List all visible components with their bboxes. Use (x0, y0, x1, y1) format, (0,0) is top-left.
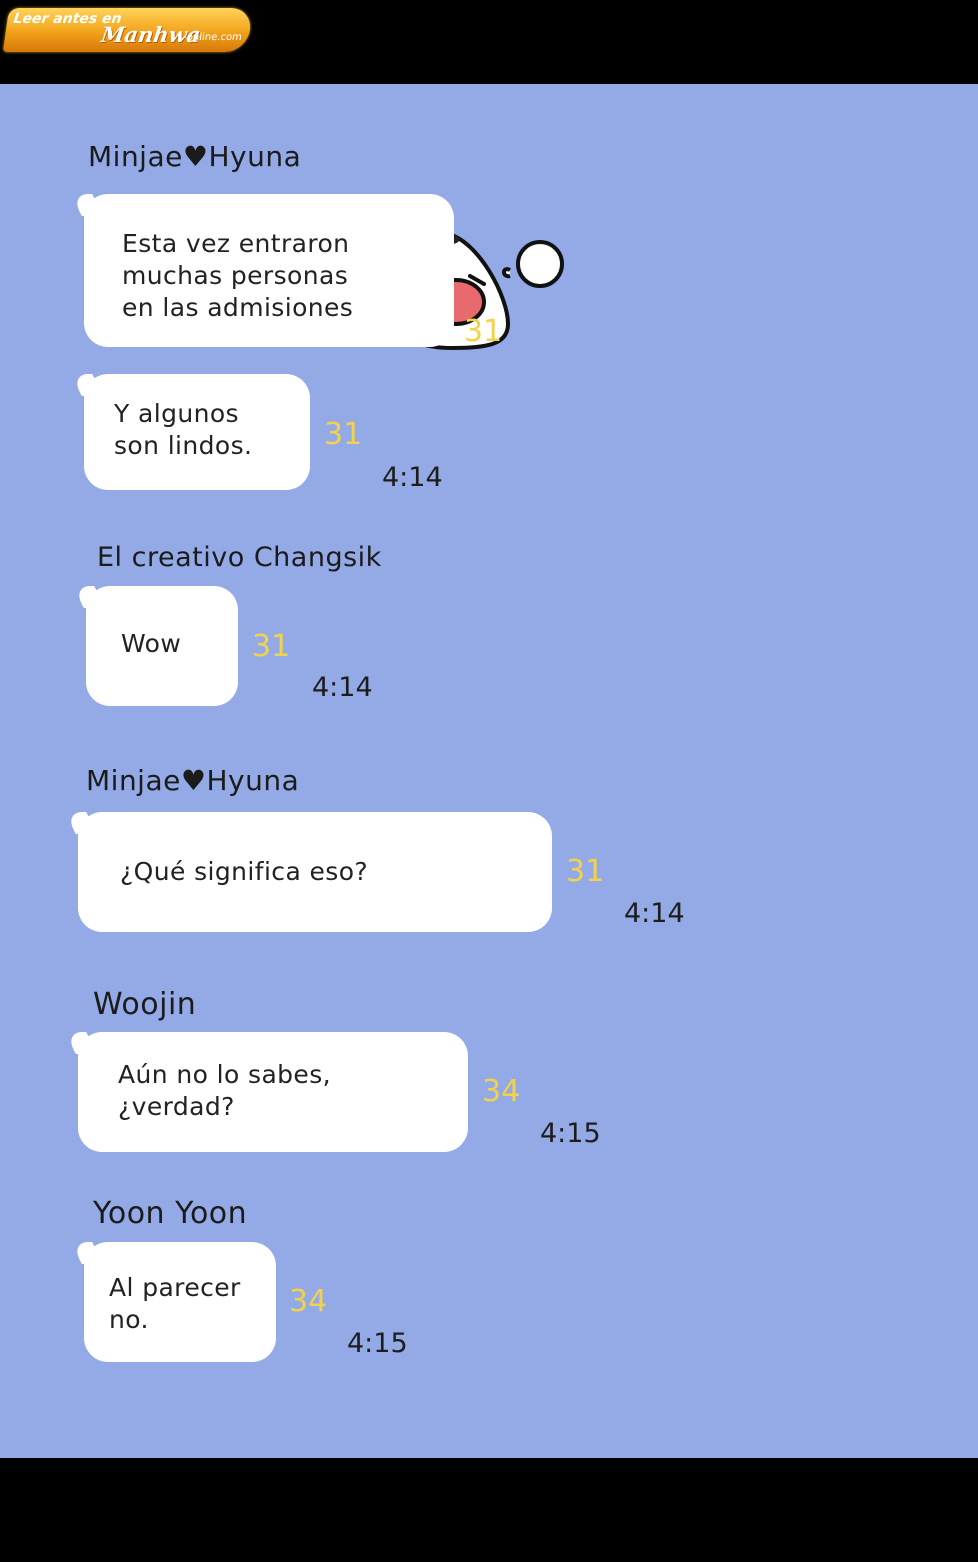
message-time: 4:15 (540, 1118, 601, 1149)
unread-count: 31 (324, 417, 363, 452)
message-time: 4:14 (312, 672, 373, 703)
message-text: Y algunos son lindos. (114, 399, 253, 460)
message-text: Al parecer no. (109, 1273, 241, 1334)
unread-count: 34 (482, 1074, 521, 1109)
message-time: 4:14 (382, 462, 443, 493)
sender-name: El creativo Changsik (97, 542, 382, 573)
sender-name: Yoon Yoon (93, 1196, 248, 1231)
unread-count: 34 (289, 1284, 328, 1319)
message-text: Wow (121, 629, 182, 658)
message-bubble[interactable]: Y algunos son lindos. (84, 374, 310, 490)
unread-count: 31 (252, 629, 291, 664)
message-text: Aún no lo sabes, ¿verdad? (118, 1060, 331, 1121)
bottom-black-bar (0, 1458, 978, 1562)
sender-name: Minjae♥Hyuna (88, 140, 302, 173)
message-bubble[interactable]: ¿Qué significa eso? (78, 812, 552, 932)
watermark-logo: Leer antes en Manhwa -online.com (2, 8, 254, 52)
message-text: ¿Qué significa eso? (120, 857, 369, 886)
message-bubble[interactable]: Wow (86, 586, 238, 706)
sender-name: Woojin (93, 987, 197, 1022)
unread-count: 31 (566, 854, 605, 889)
message-bubble[interactable]: Esta vez entraron muchas personas en las… (84, 194, 454, 347)
message-bubble[interactable]: Aún no lo sabes, ¿verdad? (78, 1032, 468, 1152)
message-bubble[interactable]: Al parecer no. (84, 1242, 276, 1362)
sender-name: Minjae♥Hyuna (86, 764, 300, 797)
unread-count: 31 (464, 314, 503, 349)
top-black-bar: Leer antes en Manhwa -online.com (0, 0, 978, 84)
message-time: 4:14 (624, 898, 685, 929)
message-text: Esta vez entraron muchas personas en las… (122, 229, 354, 322)
chat-area[interactable]: Minjae♥Hyuna Esta vez entraron muchas pe… (0, 84, 978, 1458)
message-time: 4:15 (347, 1328, 408, 1359)
watermark-domain: -online.com (182, 32, 243, 43)
